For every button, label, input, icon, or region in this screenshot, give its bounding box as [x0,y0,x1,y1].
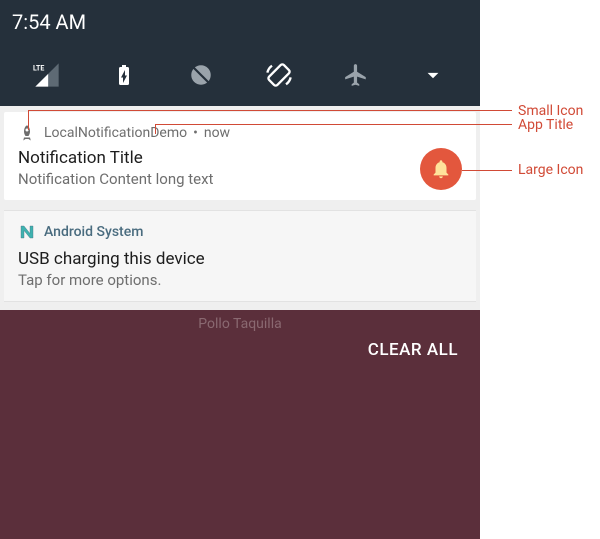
android-n-icon [18,223,36,241]
notification-shade: LocalNotificationDemo • now Notification… [0,106,480,539]
notification-content: Notification Content long text [18,170,462,188]
dnd-off-icon[interactable] [187,61,215,89]
system-notification-card[interactable]: Android System USB charging this device … [4,210,476,302]
app-title-text: LocalNotificationDemo [44,125,187,141]
notification-title: Notification Title [18,148,462,168]
airplane-mode-icon[interactable] [342,61,370,89]
signal-lte-icon[interactable]: LTE [33,61,61,89]
notification-content: Tap for more options. [18,271,462,289]
quick-settings-row: LTE [0,44,480,106]
annotation-app-title: App Title [518,117,573,133]
separator-dot: • [193,125,198,141]
callout-line [155,124,156,134]
notification-card[interactable]: LocalNotificationDemo • now Notification… [4,112,476,200]
clear-all-button[interactable]: CLEAR ALL [368,340,458,360]
bell-large-icon [420,148,462,190]
callout-line [462,170,512,171]
expand-chevron-icon[interactable] [419,61,447,89]
svg-text:LTE: LTE [33,64,44,72]
status-bar: 7:54 AM [0,0,480,44]
timestamp-text: now [204,125,230,141]
rocket-small-icon [18,124,36,142]
clock-text: 7:54 AM [12,10,86,34]
callout-line [28,110,29,130]
notification-header: Android System [18,223,462,241]
background-app-label: Pollo Taquilla [198,316,281,332]
annotation-large-icon: Large Icon [518,162,583,178]
app-title-text: Android System [44,224,143,240]
notification-header: LocalNotificationDemo • now [18,124,462,142]
battery-charging-icon[interactable] [110,61,138,89]
callout-line [28,110,512,111]
auto-rotate-icon[interactable] [265,61,293,89]
callout-line [155,124,512,125]
device-frame: 7:54 AM LTE [0,0,480,539]
shade-background: Pollo Taquilla CLEAR ALL [0,310,480,539]
notification-title: USB charging this device [18,249,462,269]
